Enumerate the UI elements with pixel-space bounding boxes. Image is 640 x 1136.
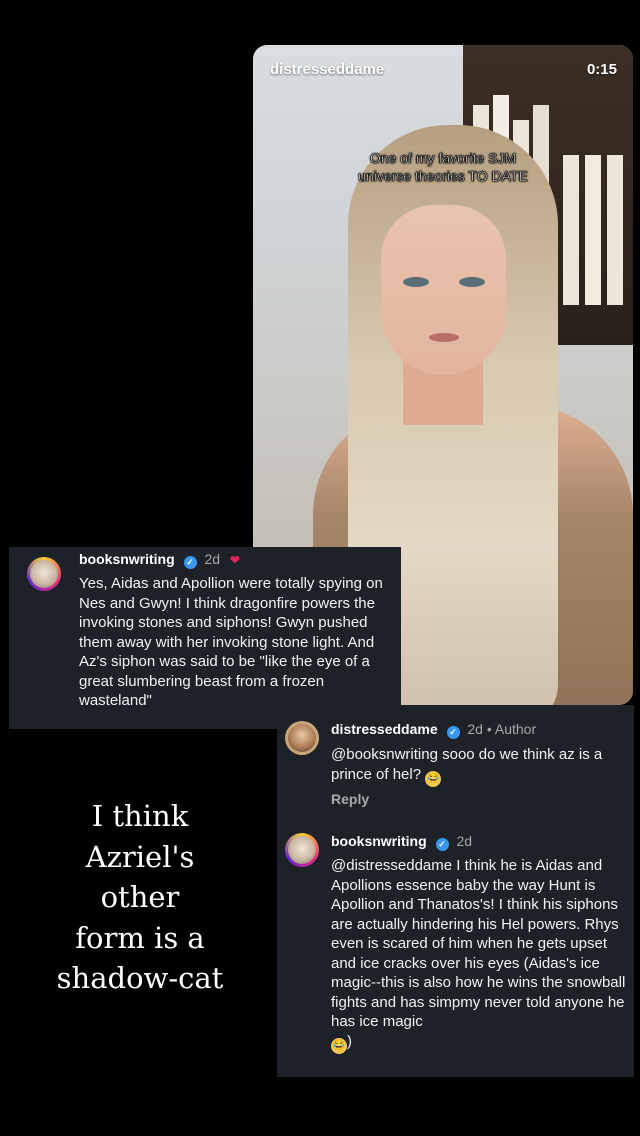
comment-header: distresseddame ✓ 2d • Author	[331, 721, 536, 739]
comment-header: booksnwriting ✓ 2d	[331, 833, 472, 851]
video-username[interactable]: distresseddame	[270, 61, 384, 78]
comment-username[interactable]: distresseddame	[331, 721, 438, 737]
comment-age: 2d	[456, 833, 473, 849]
comment-thread-card: distresseddame ✓ 2d • Author @booksnwrit…	[277, 705, 634, 1077]
comment-text: @distresseddame I think he is Aidas and …	[331, 856, 627, 1054]
avatar[interactable]	[285, 833, 319, 867]
comment-meta: 2d • Author	[467, 721, 537, 737]
video-caption: One of my favorite SJM universe theories…	[358, 150, 528, 185]
verified-badge-icon: ✓	[446, 726, 460, 739]
comment-age: 2d	[204, 551, 221, 567]
comment-header: booksnwriting ✓ 2d ❤	[79, 551, 240, 569]
avatar[interactable]	[27, 557, 61, 591]
comment-card-booksnwriting: booksnwriting ✓ 2d ❤ Yes, Aidas and Apol…	[9, 547, 401, 729]
comment-text: @booksnwriting sooo do we think az is a …	[331, 745, 631, 787]
video-timestamp: 0:15	[586, 61, 617, 78]
overlay-text: I think Azriel's other form is a shadow-…	[56, 799, 224, 995]
comment-username[interactable]: booksnwriting	[79, 551, 175, 567]
comment-username[interactable]: booksnwriting	[331, 833, 427, 849]
laughing-emoji-icon: 😂	[331, 1037, 347, 1054]
heart-icon: ❤	[229, 553, 240, 567]
laughing-emoji-icon: 😂	[425, 770, 442, 787]
verified-badge-icon: ✓	[183, 556, 197, 569]
avatar[interactable]	[285, 721, 319, 755]
reply-button[interactable]: Reply	[331, 791, 369, 807]
person-face	[381, 205, 506, 375]
verified-badge-icon: ✓	[435, 838, 449, 851]
comment-text: Yes, Aidas and Apollion were totally spy…	[79, 575, 383, 709]
